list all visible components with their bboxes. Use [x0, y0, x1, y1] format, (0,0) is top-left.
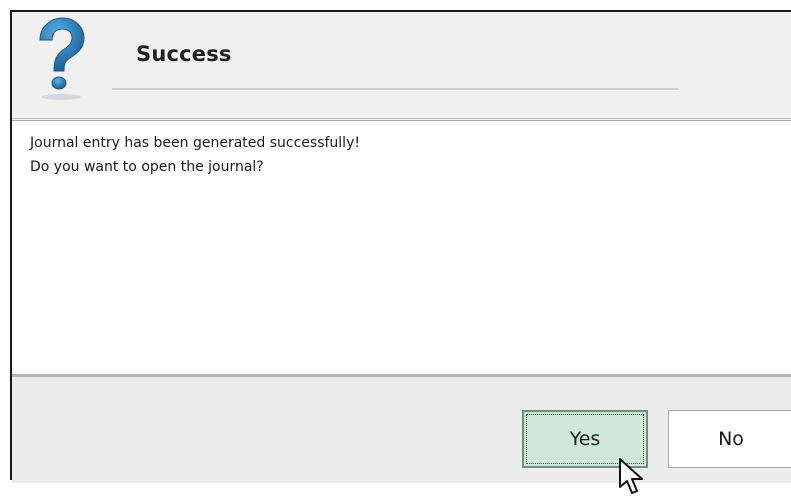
title-divider — [112, 88, 678, 91]
message-line-2: Do you want to open the journal? — [30, 159, 264, 175]
message-line-1: Journal entry has been generated success… — [30, 135, 360, 151]
message-area: Journal entry has been generated success… — [12, 120, 791, 374]
question-icon — [39, 17, 85, 100]
success-dialog: Success Journal entry has been generated… — [10, 10, 791, 494]
no-button[interactable]: No — [668, 410, 791, 468]
dialog-footer: Yes No — [12, 374, 791, 494]
dialog-title: Success — [136, 42, 232, 66]
dialog-header: Success — [12, 12, 791, 119]
mouse-cursor-icon — [619, 458, 643, 494]
